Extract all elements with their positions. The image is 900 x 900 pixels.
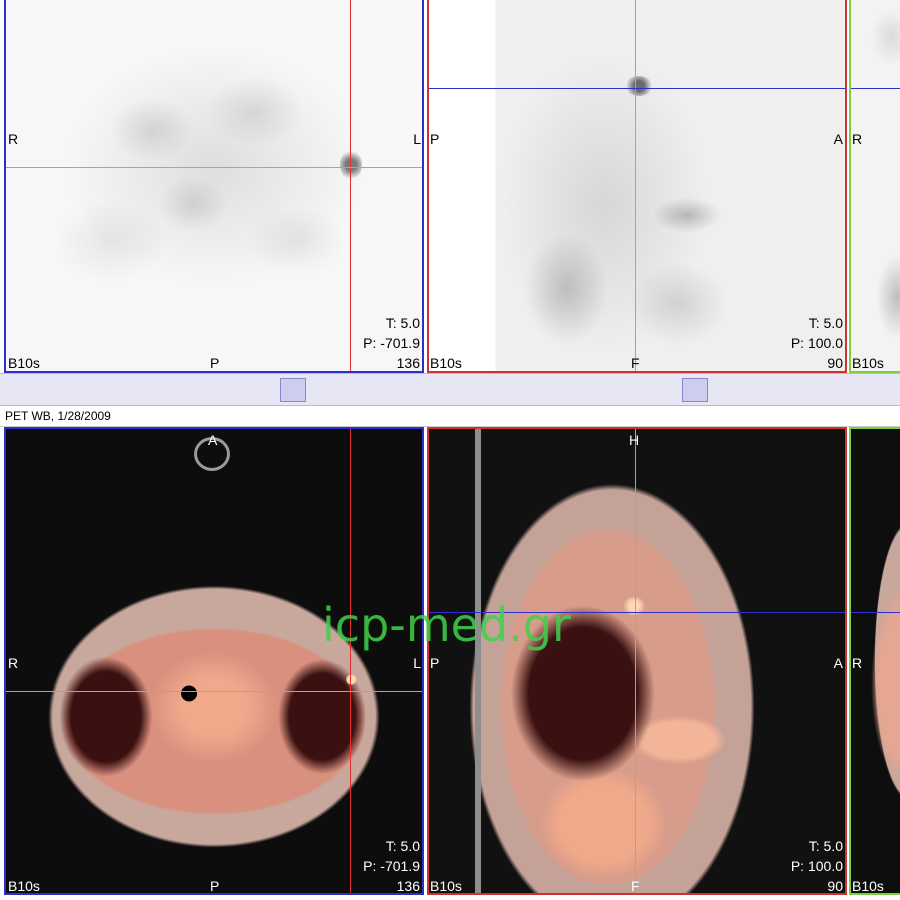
slice-number: 136: [396, 355, 420, 371]
series-title: PET WB, 1/28/2009: [5, 409, 111, 423]
p-value: P: 100.0: [790, 858, 843, 874]
t-value: T: 5.0: [385, 838, 420, 854]
fused-sagittal-image: [429, 429, 845, 893]
pet-axial-image: [6, 0, 422, 371]
kernel-label: B10s: [430, 878, 462, 894]
orientation-left-label: R: [8, 131, 19, 147]
sagittal-slice-scroll-thumb[interactable]: [682, 378, 708, 402]
pet-sagittal-image: [429, 0, 845, 371]
orientation-top-label: H: [629, 432, 640, 448]
crosshair-horizontal[interactable]: [6, 691, 422, 692]
p-value: P: -701.9: [363, 335, 420, 351]
crosshair-horizontal[interactable]: [429, 88, 845, 89]
p-value: P: 100.0: [790, 335, 843, 351]
orientation-left-label: R: [852, 655, 863, 671]
orientation-right-label: L: [413, 655, 421, 671]
kernel-label: B10s: [852, 355, 884, 371]
lesion-hotspot: [625, 76, 653, 96]
crosshair-vertical[interactable]: [635, 0, 636, 371]
crosshair-horizontal[interactable]: [851, 88, 900, 89]
series-header: PET WB, 1/28/2009: [0, 406, 900, 427]
kernel-label: B10s: [8, 355, 40, 371]
p-value: P: -701.9: [363, 858, 420, 874]
slice-number: 90: [827, 878, 843, 894]
fused-axial-viewport[interactable]: A R L T: 5.0 P: -701.9 B10s P 136: [4, 427, 424, 895]
orientation-right-label: L: [413, 131, 421, 147]
crosshair-horizontal[interactable]: [429, 612, 845, 613]
pet-coronal-viewport[interactable]: R B10s: [849, 0, 900, 373]
crosshair-vertical[interactable]: [350, 429, 351, 893]
orientation-left-label: R: [852, 131, 863, 147]
orientation-bottom-label: F: [631, 878, 640, 894]
lesion-hotspot: [340, 150, 362, 180]
slice-scrollbar-strip[interactable]: [0, 373, 900, 406]
t-value: T: 5.0: [808, 838, 843, 854]
slice-number: 136: [396, 878, 420, 894]
slice-number: 90: [827, 355, 843, 371]
crosshair-vertical[interactable]: [350, 0, 351, 371]
orientation-left-label: P: [430, 131, 440, 147]
fused-sagittal-viewport[interactable]: H P A T: 5.0 P: 100.0 B10s F 90: [427, 427, 847, 895]
kernel-label: B10s: [852, 878, 884, 894]
crosshair-horizontal[interactable]: [851, 612, 900, 613]
orientation-left-label: R: [8, 655, 19, 671]
crosshair-vertical[interactable]: [635, 429, 636, 893]
kernel-label: B10s: [8, 878, 40, 894]
pet-axial-viewport[interactable]: R L T: 5.0 P: -701.9 B10s P 136: [4, 0, 424, 373]
orientation-top-label: A: [208, 432, 218, 448]
t-value: T: 5.0: [385, 315, 420, 331]
crosshair-horizontal[interactable]: [6, 167, 422, 168]
kernel-label: B10s: [430, 355, 462, 371]
axial-slice-scroll-thumb[interactable]: [280, 378, 306, 402]
orientation-bottom-label: F: [631, 355, 640, 371]
t-value: T: 5.0: [808, 315, 843, 331]
pet-sagittal-viewport[interactable]: P A T: 5.0 P: 100.0 B10s F 90: [427, 0, 847, 373]
fused-axial-image: [6, 429, 422, 893]
orientation-bottom-label: P: [210, 878, 220, 894]
fused-coronal-viewport[interactable]: R B10s: [849, 427, 900, 895]
orientation-left-label: P: [430, 655, 440, 671]
pet-coronal-image: [851, 0, 900, 371]
orientation-right-label: A: [833, 131, 843, 147]
orientation-bottom-label: P: [210, 355, 220, 371]
orientation-right-label: A: [833, 655, 843, 671]
